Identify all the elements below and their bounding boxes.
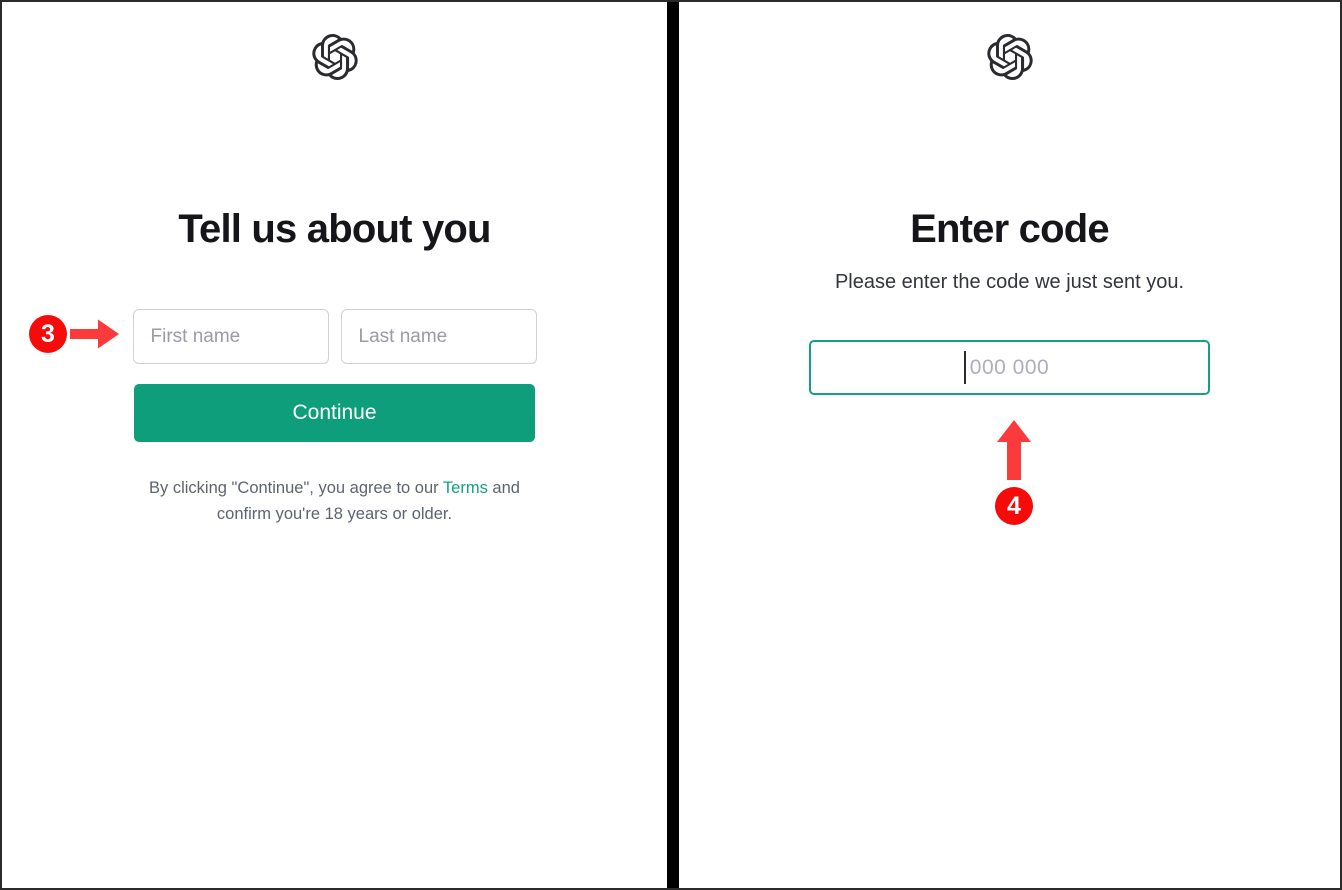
code-instructions: Please enter the code we just sent you.	[834, 271, 1185, 293]
annotation-arrow-right-icon	[70, 319, 119, 349]
text-caret	[964, 351, 966, 384]
annotation-arrow-up-icon	[997, 420, 1031, 480]
code-input-wrapper	[809, 340, 1210, 395]
page-title-left: Tell us about you	[178, 207, 491, 251]
last-name-input[interactable]	[340, 309, 537, 364]
logo-container-left	[2, 2, 667, 80]
screenshot-root: Tell us about you Continue By clicking "…	[0, 0, 1342, 890]
terms-link[interactable]: Terms	[443, 479, 488, 497]
legal-disclaimer: By clicking "Continue", you agree to our…	[135, 475, 535, 527]
page-title-right: Enter code	[910, 207, 1110, 251]
code-input[interactable]	[809, 340, 1210, 395]
openai-logo	[311, 34, 358, 80]
panel-container: Tell us about you Continue By clicking "…	[2, 2, 1340, 888]
first-name-input[interactable]	[132, 309, 329, 364]
panel-divider	[667, 2, 679, 888]
signup-name-panel: Tell us about you Continue By clicking "…	[2, 2, 667, 888]
annotation-badge-3: 3	[29, 315, 67, 353]
left-content: Tell us about you Continue By clicking "…	[2, 207, 667, 527]
continue-button[interactable]: Continue	[134, 384, 535, 442]
openai-logo	[986, 34, 1033, 80]
legal-text-before: By clicking "Continue", you agree to our	[149, 479, 443, 497]
right-content: Enter code Please enter the code we just…	[679, 207, 1340, 395]
annotation-badge-4: 4	[995, 487, 1033, 525]
logo-container-right	[679, 2, 1340, 80]
name-fields-row	[132, 309, 537, 364]
